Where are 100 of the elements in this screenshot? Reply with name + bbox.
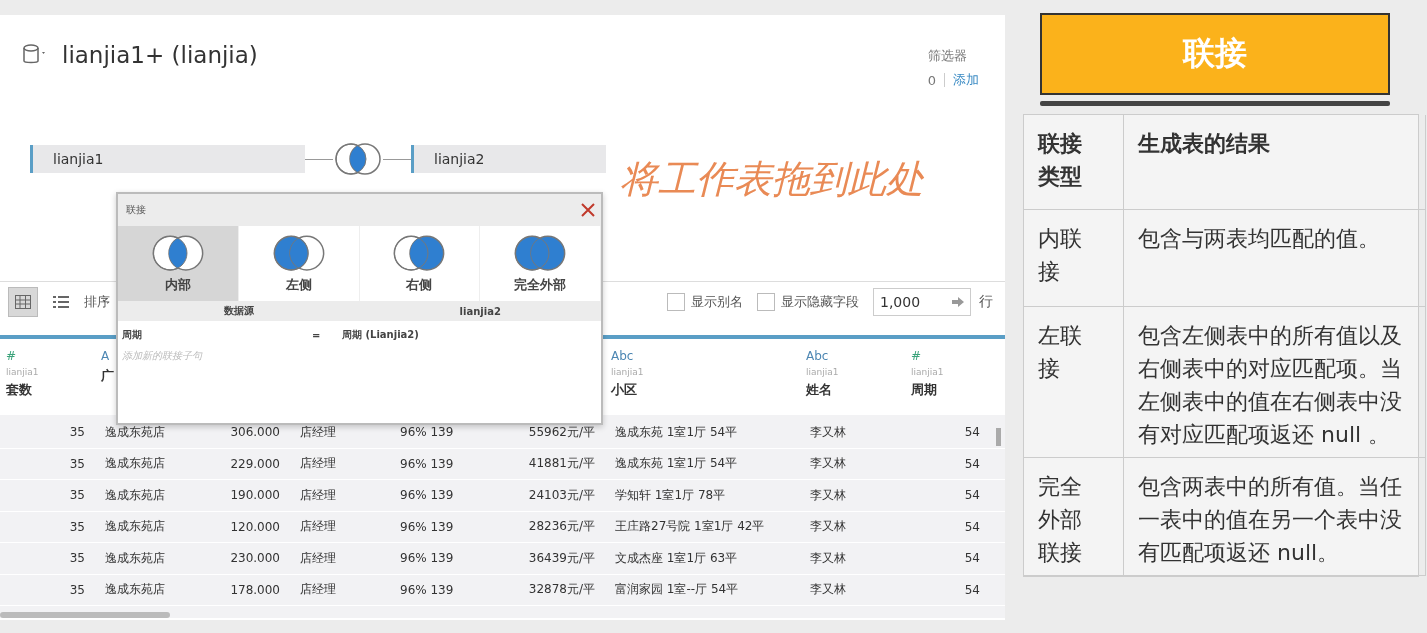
sort-label[interactable]: 排序 <box>84 292 110 311</box>
table-cell-text: 54 <box>963 488 981 503</box>
table-cell-text: 36439元/平 <box>527 549 596 567</box>
table-cell-text: 逸成东苑 1室1厅 54平 <box>614 455 739 473</box>
table-cell-text: 逸成东苑店 <box>104 486 166 504</box>
scrollbar[interactable] <box>0 612 170 618</box>
clause-column-header: lianjia2 <box>458 305 502 317</box>
table-cell-text: 店经理 <box>299 486 337 504</box>
table-cell-text: 店经理 <box>299 549 337 567</box>
table-chip[interactable]: lianjia1 <box>30 145 305 173</box>
column-header[interactable]: 小区 <box>611 381 637 399</box>
clause-operator[interactable]: = <box>312 329 342 341</box>
type-icon: A <box>101 349 110 363</box>
table-cell-text: 店经理 <box>299 581 337 599</box>
table-cell-text: 逸成东苑店 <box>104 581 166 599</box>
arrow-icon[interactable] <box>952 296 964 307</box>
table-cell-text: 54 <box>963 425 981 440</box>
table-cell-text: 王庄路27号院 1室1厅 42平 <box>614 518 766 536</box>
table-cell-text: 54 <box>963 551 981 566</box>
table-cell-text: 54 <box>963 519 981 534</box>
table-cell-text: 55962元/平 <box>527 423 596 441</box>
table-cell-text: 李又林 <box>809 518 847 536</box>
table-cell-text: 店经理 <box>299 423 337 441</box>
table-cell-text: 35 <box>68 519 86 534</box>
table-cell-text: 41881元/平 <box>527 455 596 473</box>
table-cell-text: 富润家园 1室--厅 54平 <box>614 581 740 599</box>
table-cell-text: 店经理 <box>299 518 337 536</box>
table-cell-text: 学知轩 1室1厅 78平 <box>614 486 727 504</box>
filter-count: 0 <box>927 72 936 88</box>
table-cell-text: 李又林 <box>809 549 847 567</box>
column-header[interactable]: 广 <box>101 367 114 385</box>
table-cell-text: 35 <box>68 425 86 440</box>
table-cell: 包含左侧表中的所有值以及右侧表中的对应匹配项。当左侧表中的值在右侧表中没有对应匹配项返还 null 。 <box>1124 307 1426 458</box>
column-source: lianjia1 <box>611 367 644 377</box>
close-icon[interactable] <box>581 203 595 217</box>
table-cell-text: 35 <box>68 551 86 566</box>
checkbox-label: 显示别名 <box>691 292 743 311</box>
add-filter-link[interactable]: 添加 <box>953 71 979 89</box>
table-cell-text: 文成杰座 1室1厅 63平 <box>614 549 739 567</box>
table-cell-text: 120.000 <box>229 519 281 534</box>
table-cell-text: 96% 139 <box>399 488 455 503</box>
table-cell-text: 逸成东苑店 <box>104 549 166 567</box>
type-icon: # <box>911 349 922 363</box>
table-cell-text: 178.000 <box>229 582 281 597</box>
table-cell-text: 28236元/平 <box>527 518 596 536</box>
table-cell-text: 35 <box>68 456 86 471</box>
clause-field[interactable]: 周期 <box>122 328 312 342</box>
table-header: 联接类型 <box>1024 115 1124 210</box>
type-icon: Abc <box>806 349 829 363</box>
table-cell-text: 李又林 <box>809 581 847 599</box>
table-cell: 左联接 <box>1024 307 1124 458</box>
table-cell-text: 96% 139 <box>399 551 455 566</box>
table-cell-text: 96% 139 <box>399 519 455 534</box>
grid-view-icon[interactable] <box>8 286 38 317</box>
table-cell-text: 96% 139 <box>399 456 455 471</box>
scrollbar[interactable] <box>996 428 1001 446</box>
table-cell-text: 李又林 <box>809 423 847 441</box>
column-header[interactable]: 姓名 <box>806 381 832 399</box>
clause-column-header: 数据源 <box>222 304 255 318</box>
table-cell-text: 店经理 <box>299 455 337 473</box>
table-cell: 内联接 <box>1024 210 1124 307</box>
table-cell-text: 35 <box>68 582 86 597</box>
table-cell-text: 逸成东苑店 <box>104 455 166 473</box>
table-cell-text: 24103元/平 <box>527 486 596 504</box>
join-type-tab[interactable]: 内部 <box>118 226 239 301</box>
table-cell-text: 96% 139 <box>399 425 455 440</box>
clause-field[interactable]: 周期 (Lianjia2) <box>342 328 601 342</box>
checkbox-label: 显示隐藏字段 <box>781 292 859 311</box>
checkbox[interactable] <box>757 292 775 311</box>
table-cell-text: 35 <box>68 488 86 503</box>
datasource-title: lianjia1+ (lianjia) <box>62 42 258 68</box>
table-cell-text: 逸成东苑店 <box>104 423 166 441</box>
table-cell-text: 230.000 <box>229 551 281 566</box>
database-icon[interactable] <box>22 44 48 66</box>
table-cell-text: 229.000 <box>229 456 281 471</box>
column-header[interactable]: 周期 <box>911 381 937 399</box>
table-chip[interactable]: lianjia2 <box>411 145 606 173</box>
column-source: lianjia1 <box>6 367 39 377</box>
table-cell-text: 54 <box>963 456 981 471</box>
table-cell-text: 306.000 <box>229 425 281 440</box>
table-cell: 包含与两表均匹配的值。 <box>1124 210 1426 307</box>
table-cell-text: 54 <box>963 582 981 597</box>
row-count-field[interactable]: 1,000 <box>873 287 971 316</box>
table-cell: 完全外部联接 <box>1024 458 1124 576</box>
table-cell-text: 190.000 <box>229 488 281 503</box>
column-header[interactable]: 套数 <box>6 381 32 399</box>
table-cell-text: 李又林 <box>809 455 847 473</box>
filter-label: 筛选器 <box>927 47 968 65</box>
table-header: 生成表的结果 <box>1124 115 1426 210</box>
checkbox[interactable] <box>667 292 685 311</box>
table-cell-text: 32878元/平 <box>527 581 596 599</box>
table-cell-text: 李又林 <box>809 486 847 504</box>
column-source: lianjia1 <box>911 367 944 377</box>
table-cell-text: 96% 139 <box>399 582 455 597</box>
table-cell: 包含两表中的所有值。当任一表中的值在另一个表中没有匹配项返还 null。 <box>1124 458 1426 576</box>
type-icon: Abc <box>611 349 634 363</box>
table-cell-text: 逸成东苑店 <box>104 518 166 536</box>
type-icon: # <box>6 349 17 363</box>
column-source: lianjia1 <box>806 367 839 377</box>
rows-label: 行 <box>979 292 993 311</box>
